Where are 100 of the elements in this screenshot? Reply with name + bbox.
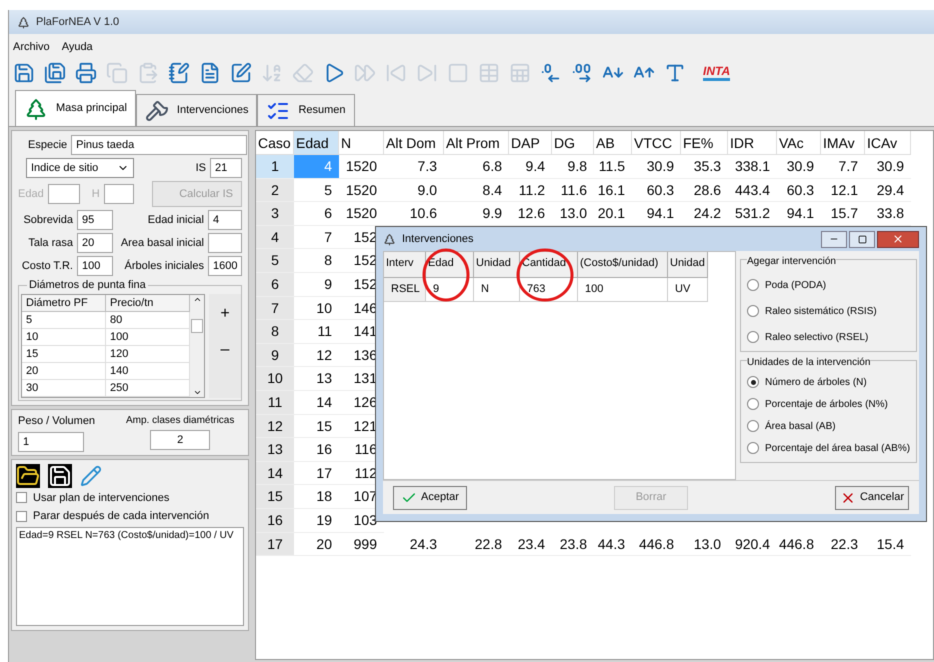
radio-button[interactable] [747, 442, 759, 454]
dialog-button[interactable]: Cancelar [835, 486, 909, 510]
save-icon[interactable] [48, 464, 72, 488]
table-cell: 1520 [339, 202, 384, 226]
table-cell: 14 [294, 390, 339, 415]
species-field[interactable]: Pinus taeda [71, 135, 248, 155]
column-header[interactable]: N [339, 131, 384, 155]
table-cell: 30.9 [777, 155, 821, 179]
column-header[interactable]: ICAv [865, 131, 911, 155]
scroll-down-icon[interactable] [192, 388, 202, 397]
column-header[interactable]: IMAv [821, 131, 865, 155]
text-field[interactable]: 100 [77, 256, 113, 276]
table-cell: 9.0 [384, 178, 444, 202]
column-header[interactable]: Alt Dom [384, 131, 444, 155]
decimals-increase-icon[interactable] [571, 62, 593, 84]
table-cell: 30 [22, 380, 106, 397]
table-cell: 338.1 [728, 155, 777, 179]
notepad-icon[interactable] [168, 62, 190, 84]
font-icon[interactable] [664, 62, 686, 84]
row-header: 8 [256, 320, 294, 344]
table-cell: 9 [426, 278, 474, 302]
radio-button[interactable] [747, 279, 759, 291]
print-icon[interactable] [75, 62, 97, 84]
menu-item[interactable]: Archivo [13, 38, 50, 56]
row-header: 15 [256, 485, 294, 509]
save-as-icon[interactable] [44, 62, 66, 84]
document-icon[interactable] [199, 62, 221, 84]
text-field[interactable]: 95 [77, 210, 113, 230]
table-cell: 1520 [339, 155, 384, 179]
pencil-icon[interactable] [80, 464, 102, 486]
index-dropdown[interactable]: Indice de sitio [26, 158, 134, 178]
add-button[interactable]: + [220, 306, 230, 322]
table-cell: 12 [294, 344, 339, 368]
text-field[interactable]: 20 [77, 233, 113, 253]
table-cell: 446.8 [632, 532, 681, 556]
height-field[interactable] [104, 184, 134, 204]
column-header[interactable]: VAc [777, 131, 821, 155]
table-cell: 7.3 [384, 155, 444, 179]
table-cell: 20 [294, 532, 339, 556]
radio-button[interactable] [747, 420, 759, 432]
scroll-thumb[interactable] [191, 319, 203, 333]
column-header[interactable]: AB [594, 131, 632, 155]
table-cell: 23.8 [552, 532, 594, 556]
is-field[interactable]: 21 [210, 158, 242, 178]
radio-label: Poda (PODA) [765, 278, 826, 292]
radio-button[interactable] [747, 376, 759, 388]
table-cell: 35.3 [681, 155, 728, 179]
row-header: 3 [256, 202, 294, 226]
column-header[interactable]: VTCC [632, 131, 681, 155]
text-field[interactable]: 1 [18, 432, 84, 452]
column-header[interactable]: Alt Prom [444, 131, 509, 155]
tab[interactable]: Intervenciones [136, 94, 258, 126]
checkbox[interactable] [16, 510, 27, 522]
table-cell: 15.4 [865, 532, 911, 556]
decimals-decrease-icon[interactable] [540, 62, 562, 84]
text-field[interactable] [208, 233, 242, 253]
column-header[interactable]: DAP [509, 131, 552, 155]
table-cell: 10 [22, 329, 106, 346]
close-button[interactable] [877, 230, 919, 248]
text-field[interactable]: 2 [150, 430, 210, 450]
row-header: 4 [256, 226, 294, 250]
text-field[interactable]: 1600 [208, 256, 242, 276]
radio-button[interactable] [747, 398, 759, 410]
table-cell: 443.4 [728, 178, 777, 202]
column-header[interactable]: Edad [294, 131, 339, 155]
edit-icon[interactable] [230, 62, 252, 84]
scrollbar[interactable] [190, 295, 204, 397]
column-header[interactable]: Diámetro PF [22, 295, 106, 312]
checkbox-label: Usar plan de intervenciones [33, 490, 170, 506]
row-header: 1 [256, 155, 294, 179]
checkbox[interactable] [16, 492, 27, 504]
table-cell: 6 [294, 202, 339, 226]
menu-item[interactable]: Ayuda [62, 38, 93, 56]
table-cell: 10 [294, 296, 339, 320]
column-header[interactable]: FE% [681, 131, 728, 155]
scroll-up-icon[interactable] [192, 295, 202, 304]
column-header[interactable]: IDR [728, 131, 777, 155]
row-header: 17 [256, 532, 294, 556]
dialog-button[interactable]: Aceptar [393, 486, 467, 510]
table-cell: 8 [294, 249, 339, 273]
row-header: 2 [256, 178, 294, 202]
remove-button[interactable]: – [220, 342, 230, 358]
column-header[interactable]: Precio/tn [106, 295, 190, 312]
radio-label: Porcentaje de árboles (N%) [765, 398, 888, 412]
column-header[interactable]: DG [552, 131, 594, 155]
radio-button[interactable] [747, 331, 759, 343]
radio-button[interactable] [747, 305, 759, 317]
group-title: Agegar intervención [747, 254, 836, 269]
radio-label: Porcentaje del área basal (AB%) [765, 442, 910, 456]
open-folder-icon[interactable] [16, 464, 40, 488]
tab[interactable]: Resumen [257, 94, 355, 126]
text-field[interactable]: 4 [208, 210, 242, 230]
table-cell: 13 [294, 367, 339, 391]
row-header: 11 [256, 390, 294, 415]
close-icon [892, 233, 904, 245]
maximize-button[interactable] [849, 230, 875, 248]
log-area[interactable]: Edad=9 RSEL N=763 (Costo$/unidad)=100 / UV [16, 526, 244, 626]
tab[interactable]: Masa principal [15, 90, 136, 126]
age-field[interactable] [48, 184, 80, 204]
row-header: RSEL [384, 278, 426, 302]
